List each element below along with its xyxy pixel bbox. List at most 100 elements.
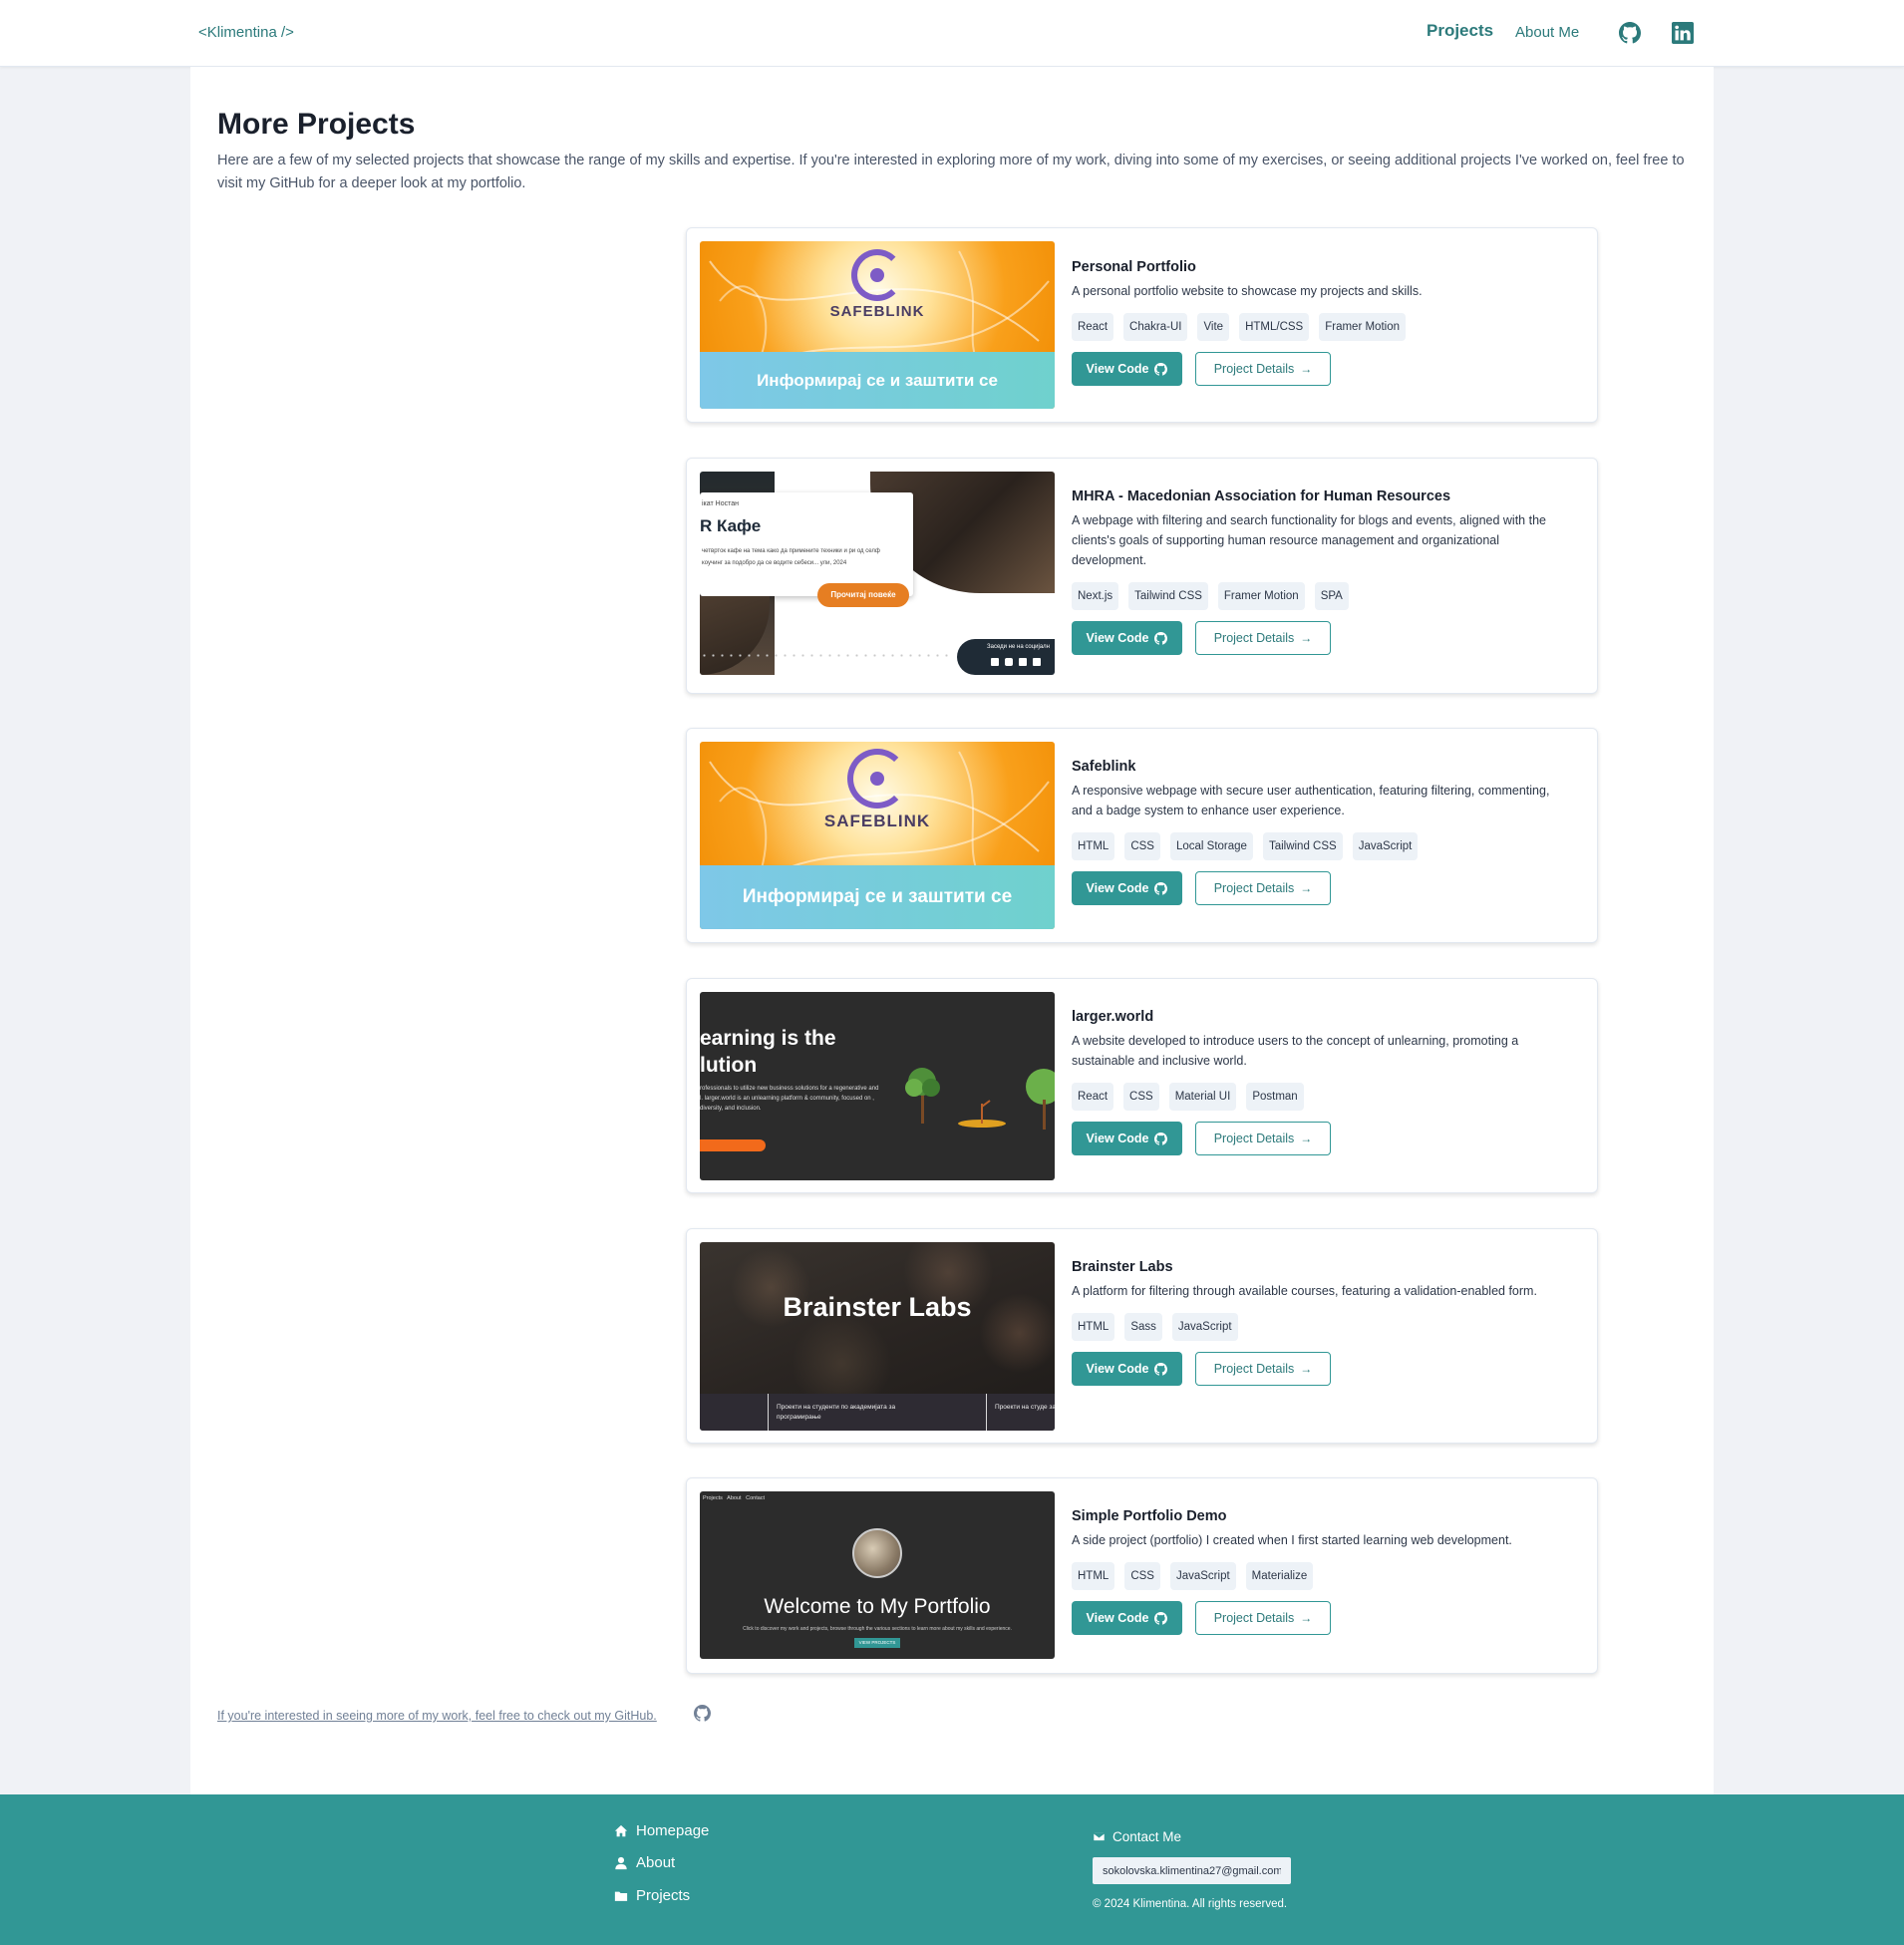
card-body: MHRA - Macedonian Association for Human …: [1072, 488, 1570, 655]
project-details-button[interactable]: Project Details →: [1195, 1122, 1331, 1155]
arrow-right-icon: →: [1300, 362, 1313, 376]
arrow-right-icon: →: [1300, 1611, 1313, 1625]
tag: Sass: [1124, 1313, 1162, 1341]
project-details-label: Project Details: [1213, 1611, 1295, 1625]
project-card: Brainster Labs Проекти на студенти по ак…: [686, 1228, 1598, 1444]
thumb-wordmark: SAFEBLINK: [829, 303, 925, 320]
card-actions: View Code Project Details →: [1072, 1601, 1570, 1635]
nav-about-me[interactable]: About Me: [1515, 24, 1579, 41]
view-code-button[interactable]: View Code: [1072, 1122, 1182, 1155]
linkedin-icon[interactable]: [1672, 22, 1694, 44]
divider: [768, 1394, 769, 1431]
project-description: A platform for filtering through availab…: [1072, 1284, 1537, 1298]
project-description: A website developed to introduce users t…: [1072, 1034, 1519, 1068]
arrow-right-icon: →: [1300, 1132, 1313, 1145]
footer-homepage-link[interactable]: Homepage: [614, 1822, 709, 1839]
github-icon: [1154, 881, 1168, 895]
social-icon: [1033, 658, 1041, 666]
footer-contact: Contact Me: [1093, 1829, 1181, 1844]
thumb-view-projects-button: VIEW PROJECTS: [854, 1638, 900, 1648]
project-thumbnail: Brainster Labs Проекти на студенти по ак…: [700, 1242, 1055, 1431]
tag-list: HTML Sass JavaScript: [1072, 1313, 1570, 1341]
thumb-caption: Информирај се и заштити се: [700, 352, 1055, 409]
footer-projects-label: Projects: [636, 1887, 691, 1904]
tag: CSS: [1123, 1083, 1159, 1111]
project-card: SAFEBLINK Информирај се и заштити се Saf…: [686, 728, 1598, 943]
tag: Material UI: [1168, 1083, 1237, 1111]
thumb-nav: Projects About Contact: [703, 1495, 766, 1501]
view-code-button[interactable]: View Code: [1072, 621, 1182, 655]
project-description: A personal portfolio website to showcase…: [1072, 284, 1423, 298]
project-details-label: Project Details: [1213, 362, 1295, 376]
tag: SPA: [1314, 582, 1349, 610]
footer-contact-label: Contact Me: [1112, 1829, 1182, 1844]
thumb-text: четврток кафе на тема како да примените …: [702, 548, 880, 566]
arrow-right-icon: →: [1300, 1362, 1313, 1376]
project-details-button[interactable]: Project Details →: [1195, 1601, 1331, 1635]
project-card: earning is the lution rofessionals to ut…: [686, 978, 1598, 1193]
card-body: larger.world A website developed to intr…: [1072, 1009, 1570, 1155]
tag: Framer Motion: [1217, 582, 1305, 610]
tag: JavaScript: [1171, 1313, 1238, 1341]
project-title: Personal Portfolio: [1072, 259, 1196, 275]
footer-about-link[interactable]: About: [614, 1854, 675, 1871]
view-code-button[interactable]: View Code: [1072, 871, 1182, 905]
thumb-wordmark: SAFEBLINK: [823, 811, 931, 830]
thumb-heading-line-1: earning is the: [700, 1027, 836, 1050]
tag: Tailwind CSS: [1262, 832, 1343, 860]
project-title: MHRA - Macedonian Association for Human …: [1072, 488, 1451, 504]
thumb-text: rofessionals to utilize new business sol…: [700, 1086, 879, 1112]
github-icon: [1154, 631, 1168, 645]
project-details-button[interactable]: Project Details →: [1195, 871, 1331, 905]
arrow-right-icon: →: [1300, 881, 1313, 895]
project-details-button[interactable]: Project Details →: [1195, 1352, 1331, 1386]
project-card: ікат Ностан R Кафе четврток кафе на тема…: [686, 458, 1598, 694]
nav-projects[interactable]: Projects: [1427, 21, 1493, 41]
project-title: Simple Portfolio Demo: [1072, 1508, 1227, 1524]
thumb-subtitle: Click to discover my work and projects, …: [743, 1626, 1012, 1632]
thumb-bar-text-2: Проекти на студе за дизајн: [995, 1404, 1055, 1411]
view-code-label: View Code: [1086, 1132, 1149, 1145]
card-body: Personal Portfolio A personal portfolio …: [1072, 259, 1570, 386]
footer-homepage-label: Homepage: [636, 1822, 710, 1839]
tag: CSS: [1124, 832, 1160, 860]
tag: React: [1072, 1083, 1114, 1111]
thumb-heading: R Кафе: [700, 516, 762, 535]
thumb-read-more-button: Прочитај повеќе: [817, 583, 909, 607]
card-body: Brainster Labs A platform for filtering …: [1072, 1259, 1570, 1386]
project-title: Brainster Labs: [1072, 1259, 1173, 1275]
tag: CSS: [1124, 1562, 1160, 1590]
footer-projects-link[interactable]: Projects: [614, 1887, 690, 1904]
project-details-label: Project Details: [1213, 1362, 1295, 1376]
project-details-button[interactable]: Project Details →: [1195, 352, 1331, 386]
project-details-label: Project Details: [1213, 881, 1295, 895]
avatar: [852, 1528, 902, 1578]
site-header: <Klimentina /> Projects About Me: [0, 0, 1904, 67]
tag: Tailwind CSS: [1128, 582, 1208, 610]
view-code-button[interactable]: View Code: [1072, 1601, 1182, 1635]
github-more-link[interactable]: If you're interested in seeing more of m…: [217, 1709, 657, 1723]
site-footer: Homepage About Projects Contact Me © 202…: [0, 1794, 1904, 1945]
intro-text: Here are a few of my selected projects t…: [217, 153, 1685, 191]
tag: Local Storage: [1169, 832, 1253, 860]
logo-link[interactable]: <Klimentina />: [198, 24, 294, 41]
project-title: larger.world: [1072, 1009, 1154, 1025]
view-code-button[interactable]: View Code: [1072, 352, 1182, 386]
view-code-button[interactable]: View Code: [1072, 1352, 1182, 1386]
view-code-label: View Code: [1086, 362, 1149, 376]
github-icon: [1154, 1611, 1168, 1625]
project-description: A side project (portfolio) I created whe…: [1072, 1533, 1512, 1547]
arrow-right-icon: →: [1300, 631, 1313, 645]
tag: Vite: [1197, 313, 1230, 341]
card-actions: View Code Project Details →: [1072, 621, 1570, 655]
github-icon[interactable]: [694, 1705, 711, 1722]
github-icon[interactable]: [1619, 22, 1641, 44]
tag-list: Next.js Tailwind CSS Framer Motion SPA: [1072, 582, 1570, 610]
footer-about-label: About: [636, 1854, 676, 1871]
project-details-button[interactable]: Project Details →: [1195, 621, 1331, 655]
project-description: A webpage with filtering and search func…: [1072, 513, 1546, 567]
main-panel: More Projects Here are a few of my selec…: [190, 67, 1714, 1794]
thumb-bottom-bar: Проекти на студенти по академијата за пр…: [700, 1394, 1055, 1431]
email-field[interactable]: [1093, 1857, 1291, 1884]
tag: Next.js: [1072, 582, 1119, 610]
